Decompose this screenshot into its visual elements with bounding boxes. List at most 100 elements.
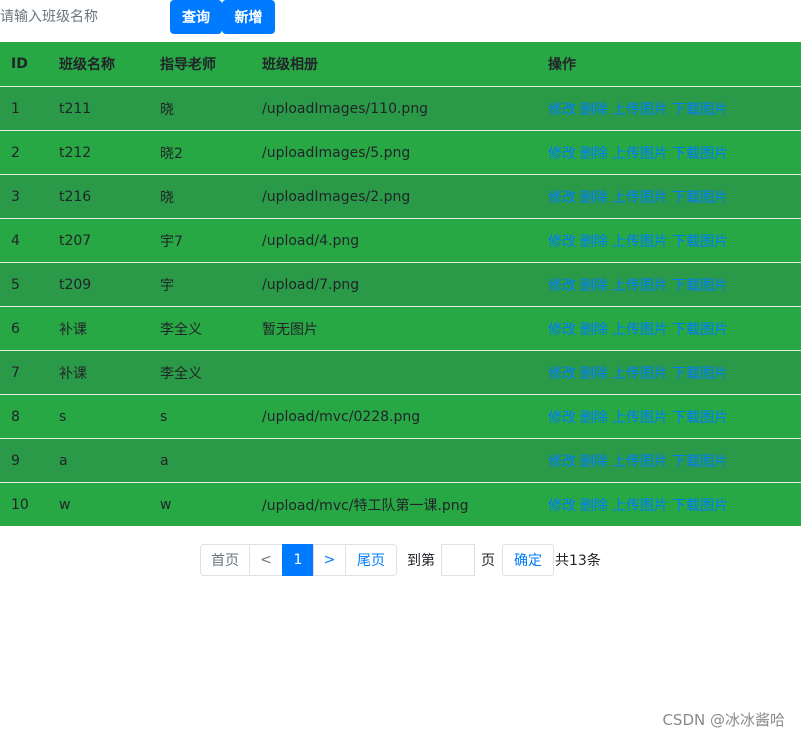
- cell-class-name: a: [59, 452, 68, 469]
- cell-operations: 修改 删除 上传图片 下载图片: [548, 351, 732, 394]
- cell-album: /upload/mvc/0228.png: [262, 408, 421, 425]
- cell-album: /uploadImages/5.png: [262, 144, 411, 161]
- cell-id: 1: [11, 100, 20, 117]
- upload-image-link[interactable]: 上传图片: [612, 143, 668, 163]
- cell-id: 5: [11, 276, 20, 293]
- cell-class-name: t211: [59, 100, 92, 117]
- cell-teacher: 李全义: [160, 365, 202, 382]
- edit-link[interactable]: 修改: [548, 451, 576, 471]
- cell-class-name: t209: [59, 276, 92, 293]
- goto-page-input[interactable]: [441, 544, 475, 576]
- cell-class-name: t212: [59, 144, 92, 161]
- cell-operations: 修改 删除 上传图片 下载图片: [548, 395, 732, 438]
- upload-image-link[interactable]: 上传图片: [612, 319, 668, 339]
- download-image-link[interactable]: 下载图片: [672, 407, 728, 427]
- goto-confirm-button[interactable]: 确定: [502, 544, 554, 576]
- header-teacher: 指导老师: [160, 57, 216, 73]
- upload-image-link[interactable]: 上传图片: [612, 407, 668, 427]
- table-row: 8 s s/upload/mvc/0228.png 修改 删除 上传图片 下载图片: [0, 394, 801, 438]
- cell-teacher: w: [160, 496, 172, 513]
- delete-link[interactable]: 删除: [580, 187, 608, 207]
- cell-id: 10: [11, 496, 29, 513]
- cell-id: 8: [11, 408, 20, 425]
- cell-operations: 修改 删除 上传图片 下载图片: [548, 175, 732, 218]
- cell-operations: 修改 删除 上传图片 下载图片: [548, 307, 732, 350]
- last-page-button[interactable]: 尾页: [345, 544, 397, 576]
- delete-link[interactable]: 删除: [580, 319, 608, 339]
- add-button[interactable]: 新增: [222, 0, 275, 34]
- upload-image-link[interactable]: 上传图片: [612, 231, 668, 251]
- cell-class-name: t216: [59, 188, 92, 205]
- delete-link[interactable]: 删除: [580, 143, 608, 163]
- edit-link[interactable]: 修改: [548, 231, 576, 251]
- header-operations: 操作: [548, 57, 576, 73]
- cell-class-name: s: [59, 408, 67, 425]
- download-image-link[interactable]: 下载图片: [672, 99, 728, 119]
- edit-link[interactable]: 修改: [548, 363, 576, 383]
- cell-album: /upload/mvc/特工队第一课.png: [262, 497, 469, 514]
- download-image-link[interactable]: 下载图片: [672, 495, 728, 515]
- cell-operations: 修改 删除 上传图片 下载图片: [548, 219, 732, 262]
- table-row: 2 t212 晓2/uploadImages/5.png 修改 删除 上传图片 下载图片: [0, 130, 801, 174]
- first-page-button[interactable]: 首页: [200, 544, 250, 576]
- table-row: 9 a a 修改 删除 上传图片 下载图片: [0, 438, 801, 482]
- upload-image-link[interactable]: 上传图片: [612, 187, 668, 207]
- delete-link[interactable]: 删除: [580, 363, 608, 383]
- csdn-watermark: CSDN @冰冰酱哈: [662, 711, 785, 729]
- edit-link[interactable]: 修改: [548, 99, 576, 119]
- current-page-button[interactable]: 1: [282, 544, 314, 576]
- upload-image-link[interactable]: 上传图片: [612, 275, 668, 295]
- toolbar: 查询 新增: [0, 0, 801, 36]
- download-image-link[interactable]: 下载图片: [672, 275, 728, 295]
- delete-link[interactable]: 删除: [580, 231, 608, 251]
- cell-id: 6: [11, 320, 20, 337]
- cell-operations: 修改 删除 上传图片 下载图片: [548, 439, 732, 482]
- table-row: 1 t211 晓/uploadImages/110.png 修改 删除 上传图片 下载图片: [0, 86, 801, 130]
- download-image-link[interactable]: 下载图片: [672, 231, 728, 251]
- download-image-link[interactable]: 下载图片: [672, 363, 728, 383]
- delete-link[interactable]: 删除: [580, 99, 608, 119]
- cell-id: 9: [11, 452, 20, 469]
- upload-image-link[interactable]: 上传图片: [612, 99, 668, 119]
- next-page-button[interactable]: >: [313, 544, 346, 576]
- edit-link[interactable]: 修改: [548, 495, 576, 515]
- cell-operations: 修改 删除 上传图片 下载图片: [548, 483, 732, 526]
- edit-link[interactable]: 修改: [548, 275, 576, 295]
- upload-image-link[interactable]: 上传图片: [612, 451, 668, 471]
- delete-link[interactable]: 删除: [580, 451, 608, 471]
- table-row: 4 t207 宇7/upload/4.png 修改 删除 上传图片 下载图片: [0, 218, 801, 262]
- table-row: 10 w w/upload/mvc/特工队第一课.png 修改 删除 上传图片 下载图片: [0, 482, 801, 526]
- edit-link[interactable]: 修改: [548, 319, 576, 339]
- cell-id: 4: [11, 232, 20, 249]
- cell-teacher: s: [160, 408, 168, 425]
- edit-link[interactable]: 修改: [548, 187, 576, 207]
- download-image-link[interactable]: 下载图片: [672, 143, 728, 163]
- class-name-search-input[interactable]: [0, 2, 168, 32]
- header-album: 班级相册: [262, 57, 318, 73]
- delete-link[interactable]: 删除: [580, 275, 608, 295]
- cell-teacher: 李全义: [160, 321, 202, 338]
- upload-image-link[interactable]: 上传图片: [612, 363, 668, 383]
- cell-class-name: w: [59, 496, 71, 513]
- cell-album: /uploadImages/110.png: [262, 100, 429, 117]
- edit-link[interactable]: 修改: [548, 143, 576, 163]
- delete-link[interactable]: 删除: [580, 495, 608, 515]
- delete-link[interactable]: 删除: [580, 407, 608, 427]
- download-image-link[interactable]: 下载图片: [672, 187, 728, 207]
- table-row: 6 补课 李全义 暂无图片 修改 删除 上传图片 下载图片: [0, 306, 801, 350]
- cell-album: /upload/4.png: [262, 232, 360, 249]
- goto-label: 到第: [407, 553, 435, 569]
- prev-page-button[interactable]: <: [249, 544, 283, 576]
- download-image-link[interactable]: 下载图片: [672, 319, 728, 339]
- upload-image-link[interactable]: 上传图片: [612, 495, 668, 515]
- cell-teacher: 晓: [160, 101, 174, 118]
- cell-operations: 修改 删除 上传图片 下载图片: [548, 131, 732, 174]
- cell-id: 2: [11, 144, 20, 161]
- edit-link[interactable]: 修改: [548, 407, 576, 427]
- table-row: 5 t209 宇/upload/7.png 修改 删除 上传图片 下载图片: [0, 262, 801, 306]
- header-id: ID: [11, 56, 28, 72]
- download-image-link[interactable]: 下载图片: [672, 451, 728, 471]
- cell-class-name: t207: [59, 232, 92, 249]
- query-button[interactable]: 查询: [170, 0, 222, 34]
- table-header-row: ID 班级名称 指导老师 班级相册 操作: [0, 42, 801, 88]
